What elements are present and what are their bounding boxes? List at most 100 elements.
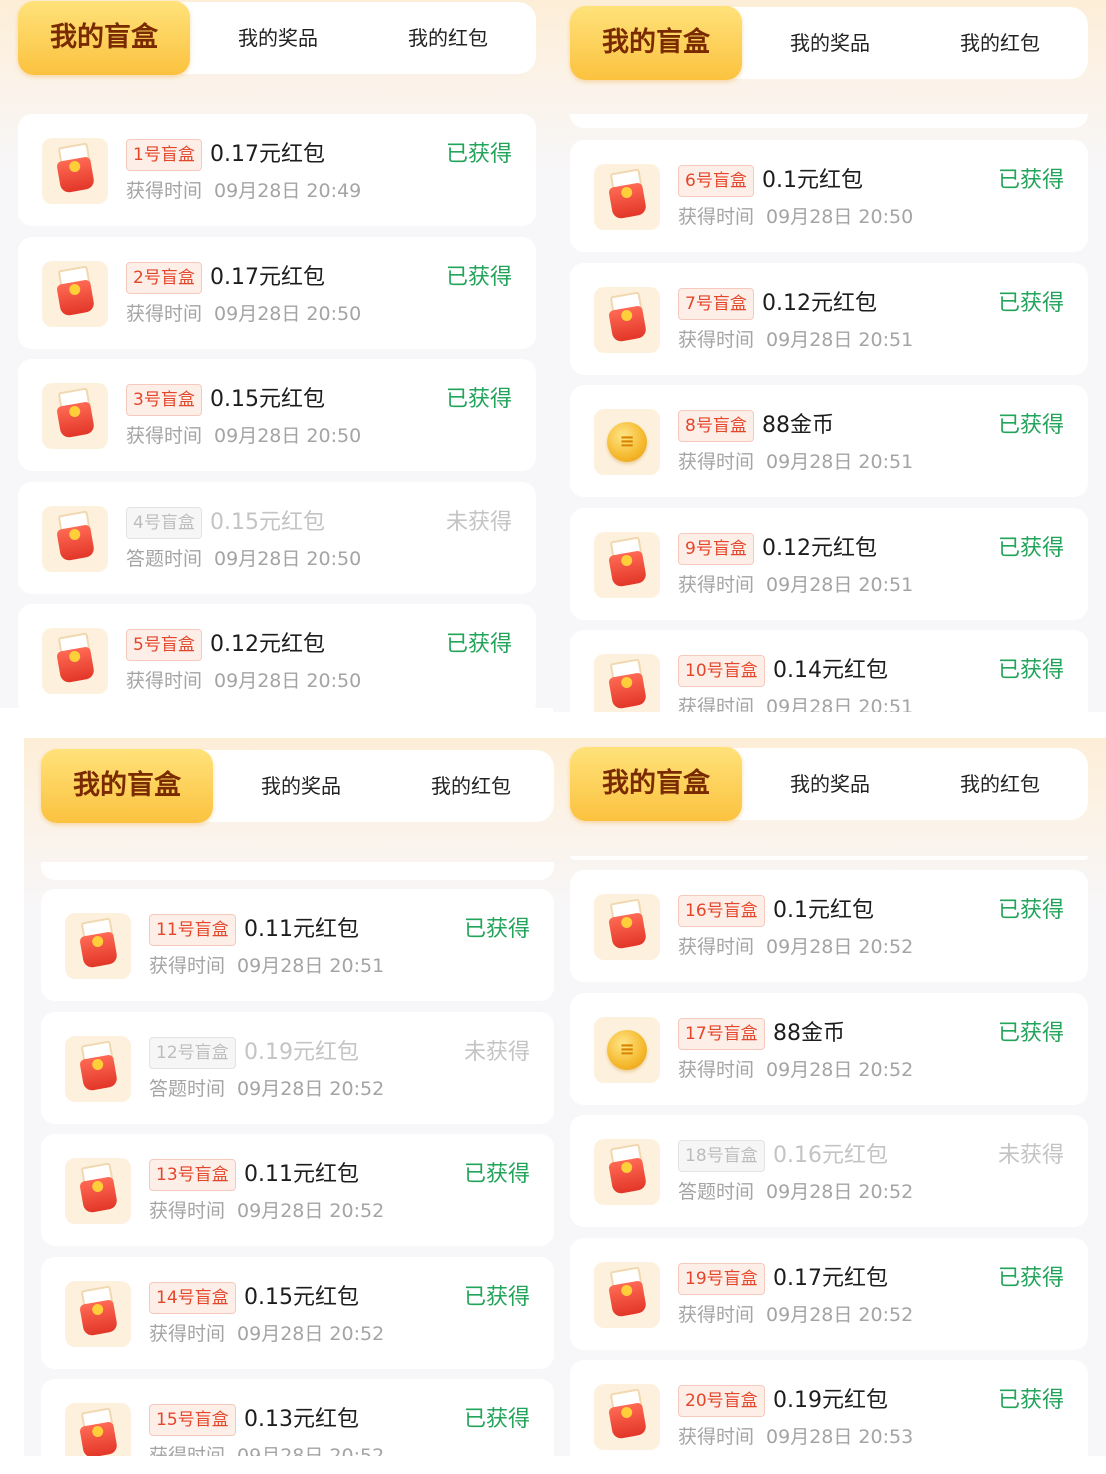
time-value: 09月28日 20:52: [766, 1181, 914, 1204]
obtained-time: 获得时间 09月28日 20:50: [126, 421, 361, 448]
blindbox-card[interactable]: 4号盲盒 0.15元红包 答题时间 09月28日 20:50 未获得: [18, 481, 536, 594]
tab-my-blindbox[interactable]: 我的盲盒: [18, 1, 190, 75]
tab-my-redpackets[interactable]: 我的红包: [915, 7, 1085, 79]
tab-my-blindbox[interactable]: 我的盲盒: [41, 749, 213, 823]
tab-my-blindbox[interactable]: 我的盲盒: [570, 6, 742, 80]
red-envelope-icon: [78, 1040, 119, 1092]
time-value: 09月28日 20:50: [214, 670, 362, 693]
status-label: 已获得: [445, 632, 512, 658]
obtained-time: 获得时间 09月28日 20:51: [149, 951, 384, 978]
status-label: 已获得: [997, 1265, 1064, 1291]
tab-my-redpackets[interactable]: 我的红包: [363, 2, 533, 74]
red-envelope-icon: [65, 1280, 131, 1347]
prize-title: 0.11元红包: [244, 917, 359, 942]
prize-title: 0.15元红包: [210, 387, 325, 413]
blindbox-number-badge: 8号盲盒: [678, 410, 754, 443]
blindbox-card[interactable]: 18号盲盒 0.16元红包 答题时间 09月28日 20:52 未获得: [570, 1115, 1088, 1228]
blindbox-number-badge: 4号盲盒: [126, 506, 202, 539]
blindbox-number-badge: 11号盲盒: [149, 914, 236, 946]
blindbox-number-badge: 6号盲盒: [678, 165, 754, 197]
red-envelope-icon: [65, 1403, 131, 1456]
prize-title: 0.17元红包: [210, 142, 325, 167]
red-envelope-icon: [607, 291, 648, 343]
blindbox-card[interactable]: 11号盲盒 0.11元红包获得时间 09月28日 20:51 已获得: [41, 889, 554, 1001]
blindbox-card[interactable]: 7号盲盒 0.12元红包 获得时间 09月28日 20:51 已获得: [570, 262, 1088, 375]
blindbox-card[interactable]: ≡ 17号盲盒 88金币 获得时间 09月28日 20:52 已获得: [570, 992, 1088, 1105]
blindbox-number-badge: 2号盲盒: [126, 261, 202, 294]
blindbox-card[interactable]: 15号盲盒 0.13元红包获得时间 09月28日 20:52 已获得: [41, 1379, 554, 1456]
tab-my-prizes[interactable]: 我的奖品: [193, 2, 363, 74]
status-label: 已获得: [445, 264, 512, 290]
blindbox-card[interactable]: 14号盲盒 0.15元红包 获得时间 09月28日 20:52 已获得: [41, 1256, 554, 1369]
red-envelope-icon: [594, 286, 660, 353]
time-label: 获得时间: [678, 451, 755, 474]
obtained-time: 获得时间 09月28日 20:52: [678, 932, 913, 959]
blindbox-number-badge: 15号盲盒: [149, 1404, 236, 1437]
red-envelope-icon: [607, 1143, 648, 1195]
red-envelope-icon: [42, 260, 108, 327]
obtained-time: 获得时间 09月28日 20:51: [678, 692, 913, 712]
status-label: 已获得: [997, 413, 1064, 439]
time-label: 获得时间: [678, 573, 755, 596]
obtained-time: 获得时间 09月28日 20:49: [126, 176, 361, 203]
tab-my-prizes[interactable]: 我的奖品: [745, 748, 915, 820]
time-label: 获得时间: [678, 206, 755, 228]
prize-title: 0.16元红包: [773, 1143, 888, 1169]
blindbox-card[interactable]: 1号盲盒 0.17元红包 获得时间 09月28日 20:49 已获得: [18, 114, 536, 226]
red-envelope-icon: [607, 898, 648, 950]
time-label: 获得时间: [678, 1303, 755, 1326]
blindbox-number-badge: 13号盲盒: [149, 1159, 236, 1192]
time-value: 09月28日 20:50: [214, 547, 362, 570]
time-label: 获得时间: [678, 328, 755, 351]
blindbox-number-badge: 12号盲盒: [149, 1036, 236, 1069]
status-label: 已获得: [463, 917, 530, 942]
obtained-time: 获得时间 09月28日 20:50: [126, 299, 361, 326]
red-envelope-icon: [607, 1388, 648, 1441]
red-envelope-icon: [65, 913, 131, 979]
blindbox-card[interactable]: 9号盲盒 0.12元红包 获得时间 09月28日 20:51 已获得: [570, 507, 1088, 620]
gold-coin-icon: ≡: [607, 1029, 647, 1070]
red-envelope-icon: [594, 1261, 660, 1328]
red-envelope-icon: [594, 894, 660, 960]
blindbox-card[interactable]: 5号盲盒 0.12元红包 获得时间 09月28日 20:50 已获得: [18, 604, 536, 708]
status-label: 已获得: [997, 168, 1064, 193]
prize-title: 0.12元红包: [762, 535, 877, 561]
blindbox-number-badge: 18号盲盒: [678, 1140, 765, 1173]
status-label: 已获得: [997, 290, 1064, 316]
blindbox-card[interactable]: 6号盲盒 0.1元红包 获得时间 09月28日 20:50 已获得: [570, 140, 1088, 252]
blindbox-card[interactable]: 16号盲盒 0.1元红包 获得时间 09月28日 20:52 已获得: [570, 870, 1088, 982]
red-envelope-icon: [594, 531, 660, 598]
tab-my-prizes[interactable]: 我的奖品: [216, 750, 386, 822]
status-label: 已获得: [445, 142, 512, 167]
time-value: 09月28日 20:52: [237, 1322, 385, 1345]
obtained-time: 获得时间 09月28日 20:50: [678, 202, 913, 229]
screenshot-panel-1: 我的盲盒 我的奖品 我的红包 1号盲盒 0.17元红包 获得时间 09月28日 20:…: [0, 0, 553, 708]
time-label: 获得时间: [149, 1322, 226, 1345]
blindbox-card[interactable]: 3号盲盒 0.15元红包 获得时间 09月28日 20:50 已获得: [18, 359, 536, 472]
red-envelope-icon: [42, 628, 108, 695]
time-value: 09月28日 20:50: [214, 302, 362, 325]
tab-my-redpackets[interactable]: 我的红包: [915, 748, 1085, 820]
red-envelope-icon: [594, 1384, 660, 1451]
time-label: 获得时间: [149, 955, 226, 977]
time-label: 获得时间: [149, 1445, 225, 1456]
time-label: 答题时间: [126, 547, 203, 570]
blindbox-card[interactable]: 2号盲盒 0.17元红包 获得时间 09月28日 20:50 已获得: [18, 236, 536, 349]
time-label: 获得时间: [678, 936, 755, 958]
tab-my-blindbox[interactable]: 我的盲盒: [570, 747, 742, 821]
red-envelope-icon: [42, 383, 108, 450]
blindbox-card[interactable]: 13号盲盒 0.11元红包 获得时间 09月28日 20:52 已获得: [41, 1134, 554, 1247]
blindbox-card[interactable]: 20号盲盒 0.19元红包 获得时间 09月28日 20:53 已获得: [570, 1360, 1088, 1456]
tab-my-redpackets[interactable]: 我的红包: [386, 750, 554, 822]
gold-coin-icon: ≡: [607, 422, 647, 463]
blindbox-card[interactable]: 12号盲盒 0.19元红包 答题时间 09月28日 20:52 未获得: [41, 1011, 554, 1124]
blindbox-card[interactable]: 10号盲盒 0.14元红包 获得时间 09月28日 20:51 已获得: [570, 630, 1088, 712]
time-value: 09月28日 20:52: [766, 1058, 914, 1081]
blindbox-number-badge: 16号盲盒: [678, 895, 765, 927]
obtained-time: 获得时间 09月28日 20:53: [678, 1422, 913, 1449]
tab-my-prizes[interactable]: 我的奖品: [745, 7, 915, 79]
screenshot-panel-3: 我的盲盒 我的奖品 我的红包 11号盲盒 0.11元红包 获得时间 09月28日 20…: [24, 738, 554, 1456]
blindbox-card[interactable]: ≡ 8号盲盒 88金币 获得时间 09月28日 20:51 已获得: [570, 385, 1088, 498]
red-envelope-icon: [65, 1035, 131, 1102]
blindbox-card[interactable]: 19号盲盒 0.17元红包 获得时间 09月28日 20:52 已获得: [570, 1237, 1088, 1350]
